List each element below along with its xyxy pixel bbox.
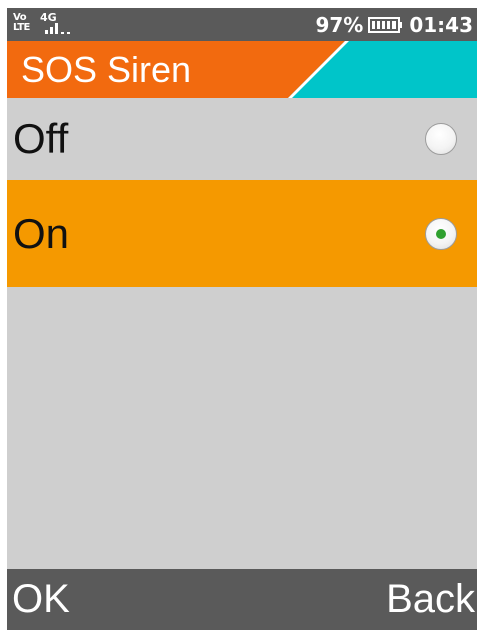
option-off[interactable]: Off	[7, 98, 477, 180]
clock: 01:43	[409, 13, 473, 37]
option-list: Off On	[7, 98, 477, 287]
softkey-bar: OK Back	[7, 569, 477, 630]
back-softkey[interactable]: Back	[386, 569, 475, 630]
page-title: SOS Siren	[21, 49, 192, 90]
phone-screen: Vo LTE 4G 97% 01:43 SOS Siren Off On OK …	[7, 8, 477, 630]
radio-dot-icon	[436, 228, 446, 239]
title-bar: SOS Siren	[7, 41, 477, 98]
status-bar: Vo LTE 4G 97% 01:43	[7, 8, 477, 41]
option-label: Off	[13, 115, 69, 162]
radio-button-on[interactable]	[425, 217, 457, 250]
ok-softkey[interactable]: OK	[12, 569, 70, 630]
battery-percent: 97%	[315, 13, 364, 37]
option-label: On	[13, 209, 70, 257]
status-right-group: 97% 01:43	[315, 12, 473, 38]
battery-icon	[368, 17, 403, 33]
volte-icon: Vo LTE	[13, 12, 30, 33]
signal-icon	[45, 23, 70, 34]
option-on[interactable]: On	[7, 180, 477, 287]
radio-button-off[interactable]	[425, 123, 457, 155]
